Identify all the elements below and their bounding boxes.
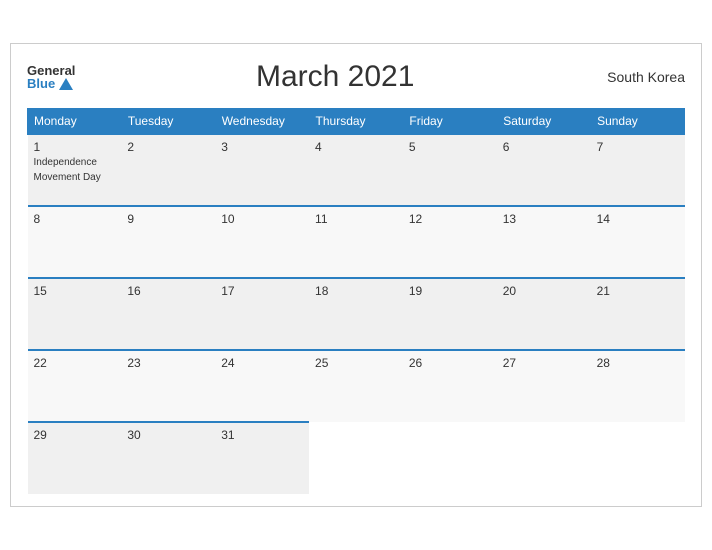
day-header-tuesday: Tuesday	[121, 109, 215, 135]
day-number: 6	[503, 140, 585, 154]
calendar-cell: 31	[215, 422, 309, 494]
day-number: 31	[221, 428, 303, 442]
calendar-container: General Blue March 2021 South Korea Mond…	[10, 43, 702, 507]
calendar-region: South Korea	[595, 69, 685, 85]
calendar-cell: 24	[215, 350, 309, 422]
day-number: 4	[315, 140, 397, 154]
day-event: Independence Movement Day	[34, 157, 101, 183]
calendar-cell: 7	[591, 134, 685, 206]
week-row-4: 22 23 24 25 26 27 28	[28, 350, 685, 422]
calendar-cell: 18	[309, 278, 403, 350]
calendar-cell: 16	[121, 278, 215, 350]
day-number: 3	[221, 140, 303, 154]
calendar-cell: 2	[121, 134, 215, 206]
calendar-grid: MondayTuesdayWednesdayThursdayFridaySatu…	[27, 108, 685, 494]
calendar-cell: 5	[403, 134, 497, 206]
calendar-cell	[309, 422, 403, 494]
calendar-cell: 26	[403, 350, 497, 422]
week-row-3: 15 16 17 18 19 20 21	[28, 278, 685, 350]
day-number: 22	[34, 356, 116, 370]
calendar-cell: 20	[497, 278, 591, 350]
calendar-cell: 10	[215, 206, 309, 278]
calendar-cell	[591, 422, 685, 494]
day-header-saturday: Saturday	[497, 109, 591, 135]
calendar-cell: 15	[28, 278, 122, 350]
calendar-cell: 1 Independence Movement Day	[28, 134, 122, 206]
calendar-cell: 9	[121, 206, 215, 278]
calendar-cell: 29	[28, 422, 122, 494]
day-headers-row: MondayTuesdayWednesdayThursdayFridaySatu…	[28, 109, 685, 135]
day-number: 5	[409, 140, 491, 154]
day-header-sunday: Sunday	[591, 109, 685, 135]
day-number: 28	[597, 356, 679, 370]
calendar-cell: 30	[121, 422, 215, 494]
week-row-2: 89 10 11 12 13 14	[28, 206, 685, 278]
day-header-wednesday: Wednesday	[215, 109, 309, 135]
day-number: 7	[597, 140, 679, 154]
calendar-cell: 22	[28, 350, 122, 422]
day-number: 10	[221, 212, 303, 226]
calendar-cell: 28	[591, 350, 685, 422]
calendar-cell: 6	[497, 134, 591, 206]
day-number: 29	[34, 428, 116, 442]
day-number: 13	[503, 212, 585, 226]
day-number: 9	[127, 212, 209, 226]
day-number: 26	[409, 356, 491, 370]
day-number: 27	[503, 356, 585, 370]
day-number: 11	[315, 212, 397, 226]
day-number: 8	[34, 212, 116, 226]
week-row-1: 1 Independence Movement Day 234567	[28, 134, 685, 206]
calendar-cell: 8	[28, 206, 122, 278]
calendar-cell: 13	[497, 206, 591, 278]
day-number: 19	[409, 284, 491, 298]
day-number: 24	[221, 356, 303, 370]
day-header-monday: Monday	[28, 109, 122, 135]
calendar-title: March 2021	[75, 60, 595, 94]
day-header-friday: Friday	[403, 109, 497, 135]
day-number: 2	[127, 140, 209, 154]
calendar-cell: 17	[215, 278, 309, 350]
day-number: 23	[127, 356, 209, 370]
day-number: 12	[409, 212, 491, 226]
logo-triangle-icon	[59, 78, 73, 90]
calendar-cell: 27	[497, 350, 591, 422]
calendar-cell: 14	[591, 206, 685, 278]
day-number: 18	[315, 284, 397, 298]
calendar-cell: 4	[309, 134, 403, 206]
day-number: 1	[34, 140, 116, 154]
calendar-cell: 11	[309, 206, 403, 278]
logo-blue-label: Blue	[27, 77, 55, 90]
calendar-cell: 3	[215, 134, 309, 206]
week-row-5: 29 30 31	[28, 422, 685, 494]
calendar-cell: 25	[309, 350, 403, 422]
day-number: 30	[127, 428, 209, 442]
logo: General Blue	[27, 64, 75, 90]
calendar-header: General Blue March 2021 South Korea	[27, 60, 685, 94]
day-number: 16	[127, 284, 209, 298]
calendar-cell: 23	[121, 350, 215, 422]
calendar-cell	[497, 422, 591, 494]
day-number: 20	[503, 284, 585, 298]
day-number: 21	[597, 284, 679, 298]
day-number: 14	[597, 212, 679, 226]
calendar-cell	[403, 422, 497, 494]
day-number: 15	[34, 284, 116, 298]
day-number: 25	[315, 356, 397, 370]
calendar-cell: 19	[403, 278, 497, 350]
day-header-thursday: Thursday	[309, 109, 403, 135]
logo-blue-text: Blue	[27, 77, 73, 90]
day-number: 17	[221, 284, 303, 298]
calendar-cell: 12	[403, 206, 497, 278]
calendar-cell: 21	[591, 278, 685, 350]
